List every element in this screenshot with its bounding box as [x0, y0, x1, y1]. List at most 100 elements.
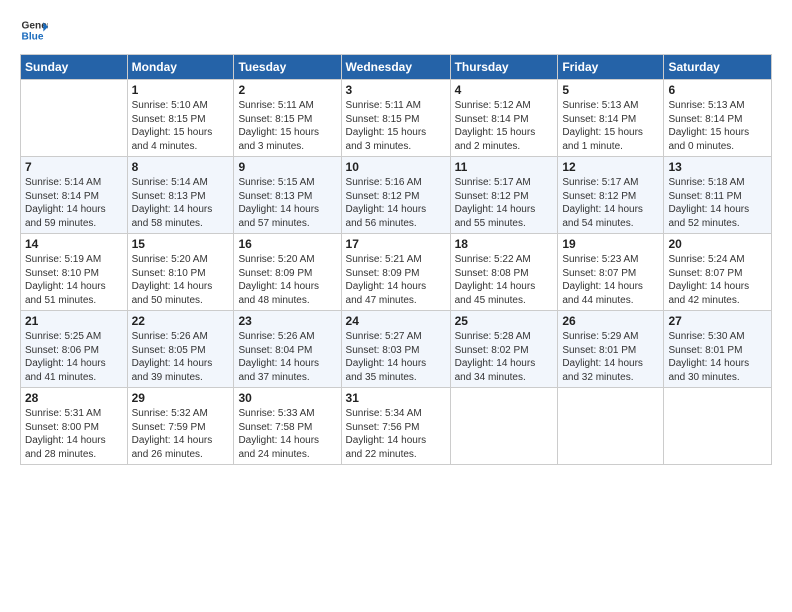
calendar-cell: 19Sunrise: 5:23 AMSunset: 8:07 PMDayligh… — [558, 234, 664, 311]
calendar-cell: 16 Sunrise: 5:20 AMSunset: 8:09 PMDayligh… — [234, 234, 341, 311]
calendar-cell: 2 Sunrise: 5:11 AMSunset: 8:15 PMDaylight… — [234, 80, 341, 157]
calendar-cell: 18Sunrise: 5:22 AMSunset: 8:08 PMDayligh… — [450, 234, 558, 311]
cell-content: Sunrise: 5:33 AMSunset: 7:58 PMDaylight:… — [238, 408, 319, 460]
calendar-cell — [664, 388, 772, 465]
cell-content: Sunrise: 5:11 AMSunset: 8:15 PMDaylight:… — [238, 100, 319, 152]
day-number: 10 — [346, 160, 446, 174]
calendar-cell: 15 Sunrise: 5:20 AMSunset: 8:10 PMDayligh… — [127, 234, 234, 311]
cell-content: Sunrise: 5:26 AMSunset: 8:05 PMDaylight:… — [132, 331, 213, 383]
calendar-cell: 24 Sunrise: 5:27 AMSunset: 8:03 PMDayligh… — [341, 311, 450, 388]
day-number: 11 — [455, 160, 554, 174]
day-number: 9 — [238, 160, 336, 174]
calendar-cell: 17 Sunrise: 5:21 AMSunset: 8:09 PMDayligh… — [341, 234, 450, 311]
cell-content: Sunrise: 5:34 AMSunset: 7:56 PMDaylight:… — [346, 408, 427, 460]
calendar-cell: 22 Sunrise: 5:26 AMSunset: 8:05 PMDayligh… — [127, 311, 234, 388]
calendar-cell: 3 Sunrise: 5:11 AMSunset: 8:15 PMDaylight… — [341, 80, 450, 157]
day-number: 19 — [562, 237, 659, 251]
calendar-cell — [450, 388, 558, 465]
weekday-header: Wednesday — [341, 55, 450, 80]
header-row: SundayMondayTuesdayWednesdayThursdayFrid… — [21, 55, 772, 80]
cell-content: Sunrise: 5:19 AMSunset: 8:10 PMDaylight:… — [25, 254, 106, 306]
cell-content: Sunrise: 5:27 AMSunset: 8:03 PMDaylight:… — [346, 331, 427, 383]
day-number: 25 — [455, 314, 554, 328]
day-number: 3 — [346, 83, 446, 97]
calendar-cell: 26 Sunrise: 5:29 AMSunset: 8:01 PMDayligh… — [558, 311, 664, 388]
page: General Blue SundayMondayTuesdayWednesda… — [0, 0, 792, 612]
calendar-cell: 1 Sunrise: 5:10 AMSunset: 8:15 PMDaylight… — [127, 80, 234, 157]
calendar-cell: 27 Sunrise: 5:30 AMSunset: 8:01 PMDayligh… — [664, 311, 772, 388]
calendar-week-row: 28Sunrise: 5:31 AMSunset: 8:00 PMDayligh… — [21, 388, 772, 465]
cell-content: Sunrise: 5:18 AMSunset: 8:11 PMDaylight:… — [668, 177, 749, 229]
weekday-header: Friday — [558, 55, 664, 80]
day-number: 21 — [25, 314, 123, 328]
day-number: 31 — [346, 391, 446, 405]
calendar-cell: 4Sunrise: 5:12 AMSunset: 8:14 PMDaylight… — [450, 80, 558, 157]
svg-text:Blue: Blue — [22, 31, 44, 42]
cell-content: Sunrise: 5:20 AMSunset: 8:09 PMDaylight:… — [238, 254, 319, 306]
calendar-cell: 30 Sunrise: 5:33 AMSunset: 7:58 PMDayligh… — [234, 388, 341, 465]
day-number: 4 — [455, 83, 554, 97]
cell-content: Sunrise: 5:10 AMSunset: 8:15 PMDaylight:… — [132, 100, 213, 152]
weekday-header: Tuesday — [234, 55, 341, 80]
day-number: 6 — [668, 83, 767, 97]
cell-content: Sunrise: 5:31 AMSunset: 8:00 PMDaylight:… — [25, 408, 106, 460]
calendar-cell: 31 Sunrise: 5:34 AMSunset: 7:56 PMDayligh… — [341, 388, 450, 465]
calendar-cell: 12Sunrise: 5:17 AMSunset: 8:12 PMDayligh… — [558, 157, 664, 234]
day-number: 15 — [132, 237, 230, 251]
day-number: 30 — [238, 391, 336, 405]
cell-content: Sunrise: 5:13 AMSunset: 8:14 PMDaylight:… — [562, 100, 643, 152]
calendar-cell: 11Sunrise: 5:17 AMSunset: 8:12 PMDayligh… — [450, 157, 558, 234]
cell-content: Sunrise: 5:15 AMSunset: 8:13 PMDaylight:… — [238, 177, 319, 229]
day-number: 8 — [132, 160, 230, 174]
day-number: 26 — [562, 314, 659, 328]
calendar-cell: 23Sunrise: 5:26 AMSunset: 8:04 PMDayligh… — [234, 311, 341, 388]
day-number: 20 — [668, 237, 767, 251]
calendar-week-row: 7 Sunrise: 5:14 AMSunset: 8:14 PMDaylight… — [21, 157, 772, 234]
day-number: 1 — [132, 83, 230, 97]
day-number: 2 — [238, 83, 336, 97]
calendar-cell: 28Sunrise: 5:31 AMSunset: 8:00 PMDayligh… — [21, 388, 128, 465]
day-number: 14 — [25, 237, 123, 251]
weekday-header: Saturday — [664, 55, 772, 80]
calendar-cell: 25 Sunrise: 5:28 AMSunset: 8:02 PMDayligh… — [450, 311, 558, 388]
cell-content: Sunrise: 5:20 AMSunset: 8:10 PMDaylight:… — [132, 254, 213, 306]
calendar-cell — [558, 388, 664, 465]
calendar-cell: 8 Sunrise: 5:14 AMSunset: 8:13 PMDaylight… — [127, 157, 234, 234]
day-number: 24 — [346, 314, 446, 328]
day-number: 13 — [668, 160, 767, 174]
calendar-cell: 13 Sunrise: 5:18 AMSunset: 8:11 PMDayligh… — [664, 157, 772, 234]
calendar-week-row: 21 Sunrise: 5:25 AMSunset: 8:06 PMDayligh… — [21, 311, 772, 388]
calendar-cell — [21, 80, 128, 157]
header: General Blue — [20, 16, 772, 44]
day-number: 17 — [346, 237, 446, 251]
calendar-cell: 20Sunrise: 5:24 AMSunset: 8:07 PMDayligh… — [664, 234, 772, 311]
day-number: 29 — [132, 391, 230, 405]
calendar-week-row: 14 Sunrise: 5:19 AMSunset: 8:10 PMDayligh… — [21, 234, 772, 311]
day-number: 22 — [132, 314, 230, 328]
cell-content: Sunrise: 5:29 AMSunset: 8:01 PMDaylight:… — [562, 331, 643, 383]
day-number: 16 — [238, 237, 336, 251]
calendar-cell: 9 Sunrise: 5:15 AMSunset: 8:13 PMDaylight… — [234, 157, 341, 234]
calendar-cell: 14 Sunrise: 5:19 AMSunset: 8:10 PMDayligh… — [21, 234, 128, 311]
cell-content: Sunrise: 5:32 AMSunset: 7:59 PMDaylight:… — [132, 408, 213, 460]
cell-content: Sunrise: 5:16 AMSunset: 8:12 PMDaylight:… — [346, 177, 427, 229]
day-number: 7 — [25, 160, 123, 174]
day-number: 12 — [562, 160, 659, 174]
cell-content: Sunrise: 5:14 AMSunset: 8:13 PMDaylight:… — [132, 177, 213, 229]
weekday-header: Monday — [127, 55, 234, 80]
cell-content: Sunrise: 5:28 AMSunset: 8:02 PMDaylight:… — [455, 331, 536, 383]
logo-icon: General Blue — [20, 16, 48, 44]
cell-content: Sunrise: 5:14 AMSunset: 8:14 PMDaylight:… — [25, 177, 106, 229]
cell-content: Sunrise: 5:30 AMSunset: 8:01 PMDaylight:… — [668, 331, 749, 383]
cell-content: Sunrise: 5:25 AMSunset: 8:06 PMDaylight:… — [25, 331, 106, 383]
cell-content: Sunrise: 5:22 AMSunset: 8:08 PMDaylight:… — [455, 254, 536, 306]
cell-content: Sunrise: 5:21 AMSunset: 8:09 PMDaylight:… — [346, 254, 427, 306]
cell-content: Sunrise: 5:11 AMSunset: 8:15 PMDaylight:… — [346, 100, 427, 152]
calendar-cell: 7 Sunrise: 5:14 AMSunset: 8:14 PMDaylight… — [21, 157, 128, 234]
calendar-cell: 6Sunrise: 5:13 AMSunset: 8:14 PMDaylight… — [664, 80, 772, 157]
calendar-cell: 5Sunrise: 5:13 AMSunset: 8:14 PMDaylight… — [558, 80, 664, 157]
day-number: 27 — [668, 314, 767, 328]
calendar-cell: 21 Sunrise: 5:25 AMSunset: 8:06 PMDayligh… — [21, 311, 128, 388]
calendar-table: SundayMondayTuesdayWednesdayThursdayFrid… — [20, 54, 772, 465]
calendar-week-row: 1 Sunrise: 5:10 AMSunset: 8:15 PMDaylight… — [21, 80, 772, 157]
